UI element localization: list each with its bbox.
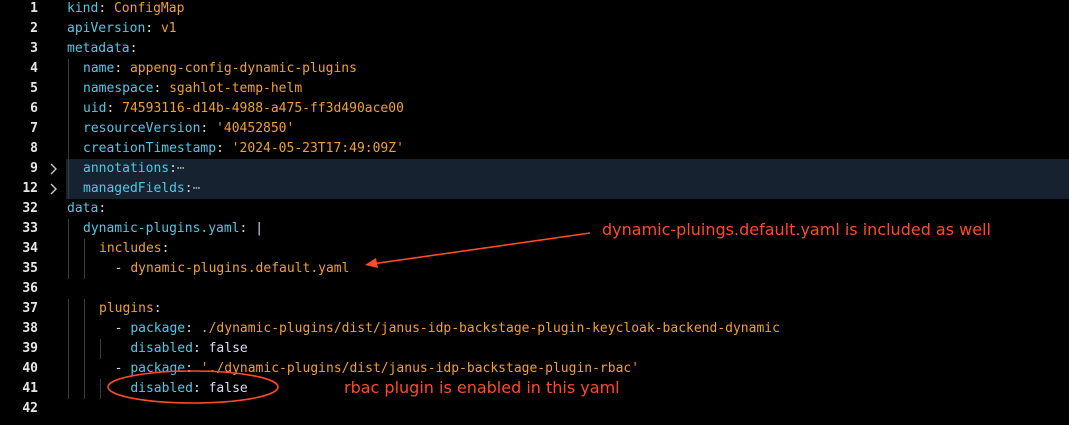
annotation-overlay: [107, 232, 591, 404]
code-editor[interactable]: 1 kind: ConfigMap 2 apiVersion: v1 3 metadata…: [0, 0, 1069, 425]
annotation-includes-note: dynamic-pluings.default.yaml is included…: [602, 220, 991, 239]
arrowhead-icon: [365, 258, 378, 268]
annotation-rbac-note: rbac plugin is enabled in this yaml: [344, 378, 620, 397]
annotation-ellipse: [107, 370, 279, 404]
annotation-arrow-line: [371, 232, 591, 265]
